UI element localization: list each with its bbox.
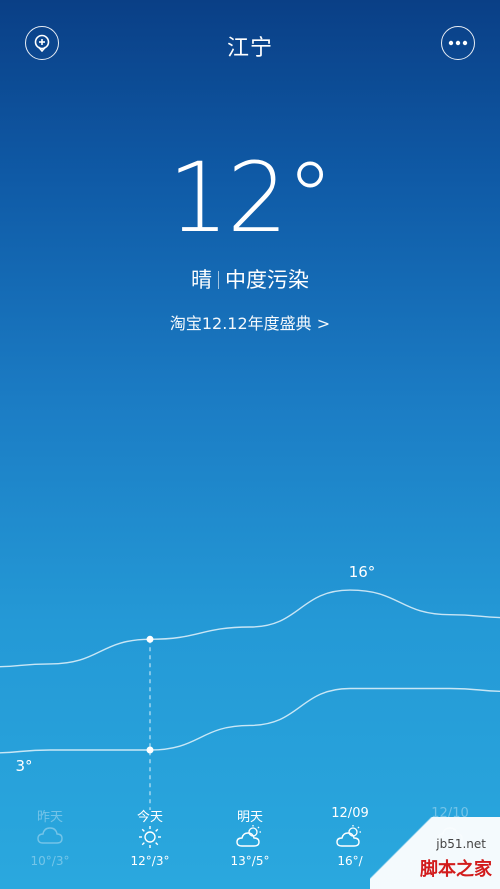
city-name: 江宁 bbox=[226, 36, 273, 61]
min-temp-label: 3° bbox=[15, 757, 32, 775]
forecast-day-temps: 10°/3° bbox=[30, 854, 70, 868]
forecast-day-label: 昨天 bbox=[36, 810, 63, 825]
max-temp-label: 16° bbox=[349, 563, 376, 581]
more-options-button[interactable] bbox=[441, 26, 475, 60]
watermark: jb51.net 脚本之家 bbox=[370, 817, 500, 889]
watermark-name: 脚本之家 bbox=[420, 859, 492, 880]
condition-line: 晴中度污染 bbox=[0, 264, 500, 294]
air-quality: 中度污染 bbox=[225, 268, 309, 292]
condition-divider bbox=[218, 271, 219, 289]
watermark-site: jb51.net bbox=[436, 837, 486, 851]
forecast-day-label: 明天 bbox=[236, 810, 263, 825]
today-high-point bbox=[146, 635, 154, 643]
forecast-day[interactable]: 明天 13°/5° bbox=[210, 806, 290, 868]
today-low-point bbox=[146, 746, 154, 754]
cloud-icon bbox=[10, 824, 90, 854]
forecast-day[interactable]: 昨天 10°/3° bbox=[10, 806, 90, 868]
temperature-chart: 16° 3° bbox=[0, 563, 500, 810]
forecast-day[interactable]: 今天 12°/3° bbox=[110, 806, 190, 868]
current-temperature: 12° bbox=[167, 142, 334, 254]
high-temp-line bbox=[0, 589, 500, 668]
forecast-day-temps: 13°/5° bbox=[230, 854, 270, 868]
low-temp-line bbox=[0, 687, 500, 754]
weather-condition: 晴 bbox=[191, 268, 212, 292]
partly-cloudy-icon bbox=[210, 824, 290, 854]
top-bar: 江宁 bbox=[0, 24, 500, 64]
forecast-day-temps: 12°/3° bbox=[130, 854, 170, 868]
sun-icon bbox=[110, 824, 190, 854]
forecast-day-label: 今天 bbox=[136, 810, 163, 825]
promo-link[interactable]: 淘宝12.12年度盛典 > bbox=[0, 310, 500, 334]
more-dots-icon bbox=[448, 40, 468, 46]
